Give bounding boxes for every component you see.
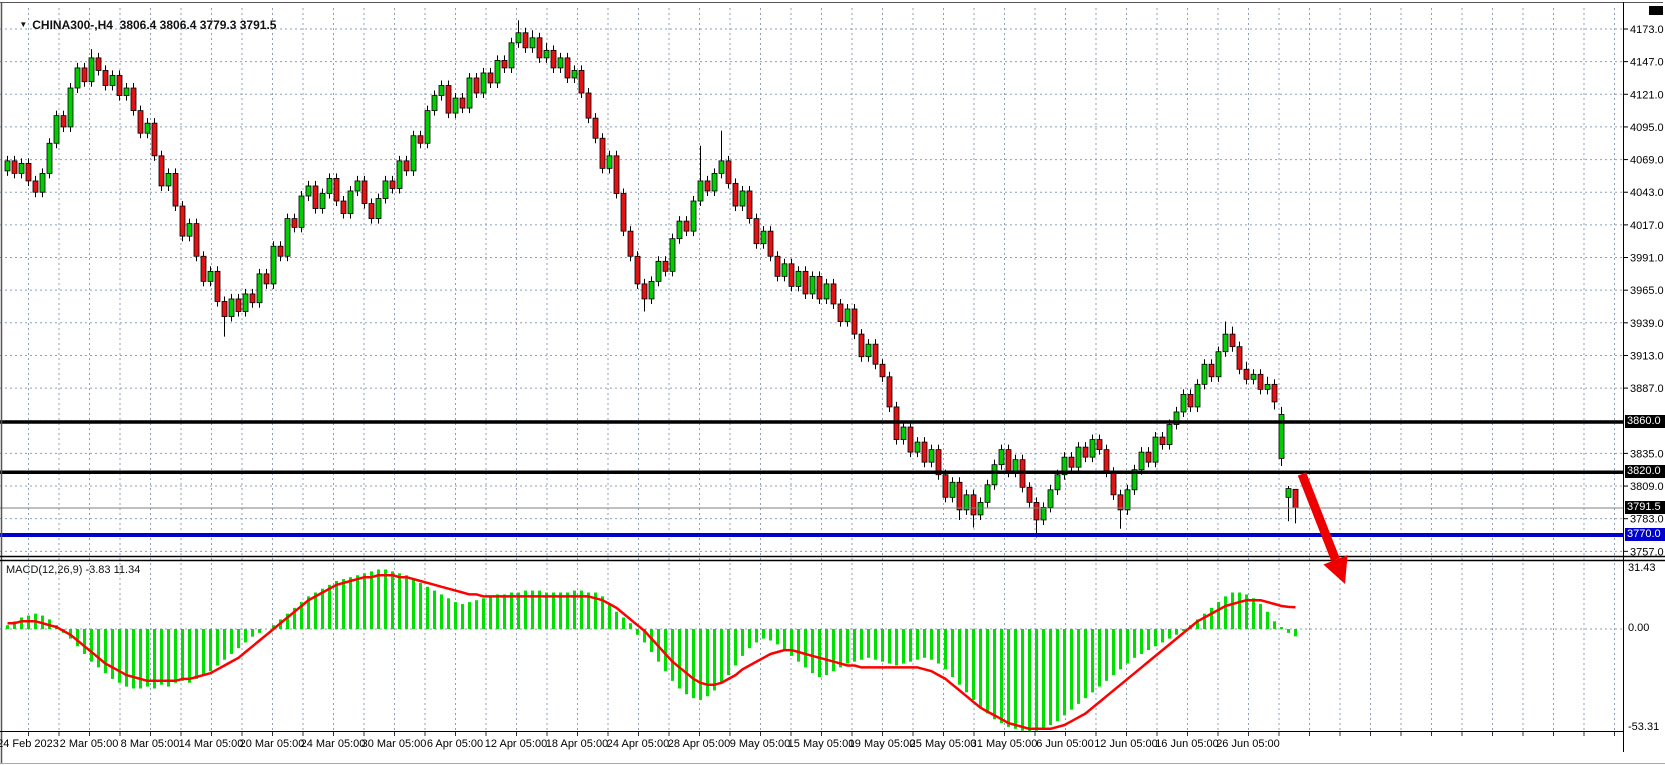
chart-canvas[interactable]: 4173.04147.04121.04095.04069.04043.04017… bbox=[0, 0, 1665, 765]
price-axis[interactable] bbox=[1623, 2, 1665, 752]
macd-indicator-label: MACD(12,26,9) -3.83 11.34 bbox=[6, 564, 140, 576]
time-axis[interactable] bbox=[0, 732, 1623, 752]
trend-arrow-annotation[interactable] bbox=[1302, 474, 1348, 584]
candlestick-series bbox=[5, 20, 1298, 537]
symbol-dropdown-icon[interactable]: ▼ bbox=[19, 20, 27, 29]
ohlc-values: 3806.4 3806.4 3779.3 3791.5 bbox=[120, 18, 277, 32]
level-lines bbox=[0, 422, 1623, 535]
macd-histogram bbox=[6, 569, 1297, 731]
chart-window: 4173.04147.04121.04095.04069.04043.04017… bbox=[0, 0, 1665, 765]
vertical-gridlines bbox=[29, 8, 1615, 731]
ohlc-info: ▼ CHINA300-,H4 3806.4 3806.4 3779.3 3791.… bbox=[6, 4, 276, 46]
pane-splitter[interactable] bbox=[0, 554, 1665, 563]
horizontal-gridlines bbox=[0, 29, 1623, 629]
symbol-period-label: CHINA300-,H4 bbox=[32, 18, 113, 32]
